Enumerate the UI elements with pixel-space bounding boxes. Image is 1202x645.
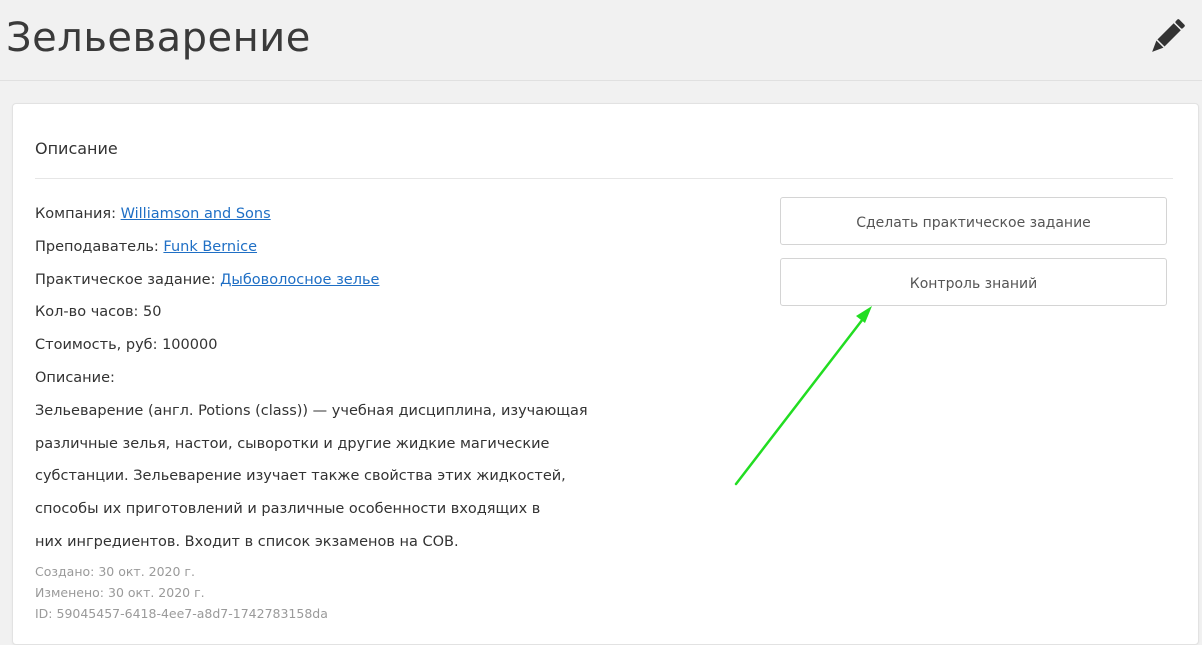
course-details-card: Описание Компания: Williamson and Sons П… <box>12 103 1199 645</box>
company-label: Компания: <box>35 206 121 222</box>
meta-info: Создано: 30 окт. 2020 г. Изменено: 30 ок… <box>35 561 328 624</box>
cost-row: Стоимость, руб: 100000 <box>35 337 218 354</box>
description-line: способы их приготовлений и различные осо… <box>35 501 541 518</box>
record-id: ID: 59045457-6418-4ee7-a8d7-1742783158da <box>35 606 328 621</box>
pencil-icon[interactable] <box>1147 17 1187 57</box>
practical-task-link[interactable]: Дыбоволосное зелье <box>220 272 379 288</box>
modified-date: Изменено: 30 окт. 2020 г. <box>35 585 205 600</box>
description-label: Описание: <box>35 369 115 386</box>
description-line: различные зелья, настои, сыворотки и дру… <box>35 435 550 452</box>
hours-row: Кол-во часов: 50 <box>35 304 162 321</box>
practical-task-button[interactable]: Сделать практическое задание <box>780 197 1167 245</box>
company-link[interactable]: Williamson and Sons <box>121 206 271 222</box>
description-line: Зельеварение (англ. Potions (class)) — у… <box>35 402 588 419</box>
annotation-arrow <box>734 306 872 486</box>
page-header: Зельеварение <box>0 0 1202 81</box>
description-line: них ингредиентов. Входит в список экзаме… <box>35 533 459 550</box>
teacher-row: Преподаватель: Funk Bernice <box>35 231 685 264</box>
course-info: Компания: Williamson and Sons Преподават… <box>35 198 685 559</box>
created-date: Создано: 30 окт. 2020 г. <box>35 564 195 579</box>
description-line: субстанции. Зельеварение изучает также с… <box>35 468 566 485</box>
company-row: Компания: Williamson and Sons <box>35 198 685 231</box>
section-divider <box>35 178 1173 179</box>
practical-task-row: Практическое задание: Дыбоволосное зелье <box>35 264 685 297</box>
teacher-label: Преподаватель: <box>35 238 164 255</box>
page-title: Зельеварение <box>6 15 311 61</box>
teacher-link[interactable]: Funk Bernice <box>163 239 257 255</box>
practical-task-label: Практическое задание: <box>35 271 221 288</box>
section-title: Описание <box>35 139 118 158</box>
